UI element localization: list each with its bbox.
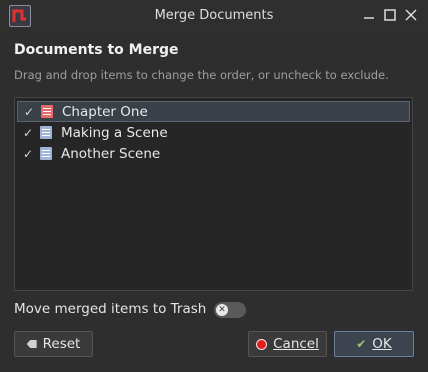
close-icon[interactable] bbox=[402, 6, 420, 24]
cancel-button[interactable]: Cancel bbox=[248, 331, 327, 357]
trash-toggle[interactable]: ✕ bbox=[214, 302, 246, 318]
reset-button[interactable]: Reset bbox=[14, 331, 93, 357]
title-bar: Merge Documents bbox=[0, 0, 428, 32]
section-heading: Documents to Merge bbox=[14, 42, 179, 58]
instructions-text: Drag and drop items to change the order,… bbox=[14, 68, 389, 82]
trash-option-label: Move merged items to Trash bbox=[14, 301, 207, 317]
cancel-button-label: Cancel bbox=[273, 336, 319, 352]
checkbox-checked-icon[interactable]: ✓ bbox=[21, 126, 35, 140]
document-name: Making a Scene bbox=[61, 124, 168, 141]
list-item[interactable]: ✓ Making a Scene bbox=[17, 122, 410, 143]
blue-document-icon bbox=[40, 147, 52, 160]
checkbox-checked-icon[interactable]: ✓ bbox=[22, 105, 36, 119]
ok-button-label: OK bbox=[372, 336, 392, 352]
list-item[interactable]: ✓ Chapter One bbox=[17, 101, 410, 122]
documents-list[interactable]: ✓ Chapter One ✓ Making a Scene ✓ Another… bbox=[14, 97, 413, 291]
checkbox-checked-icon[interactable]: ✓ bbox=[21, 147, 35, 161]
ok-button[interactable]: ✔ OK bbox=[334, 331, 414, 357]
cancel-icon bbox=[256, 338, 268, 350]
red-document-icon bbox=[41, 105, 53, 118]
document-name: Another Scene bbox=[61, 145, 161, 162]
toggle-off-icon: ✕ bbox=[216, 304, 228, 316]
reset-button-label: Reset bbox=[42, 336, 81, 352]
reset-icon bbox=[26, 340, 37, 348]
blue-document-icon bbox=[40, 126, 52, 139]
document-name: Chapter One bbox=[62, 103, 148, 120]
ok-check-icon: ✔ bbox=[356, 337, 367, 351]
minimize-icon[interactable] bbox=[360, 6, 378, 24]
maximize-icon[interactable] bbox=[381, 6, 399, 24]
list-item[interactable]: ✓ Another Scene bbox=[17, 143, 410, 164]
